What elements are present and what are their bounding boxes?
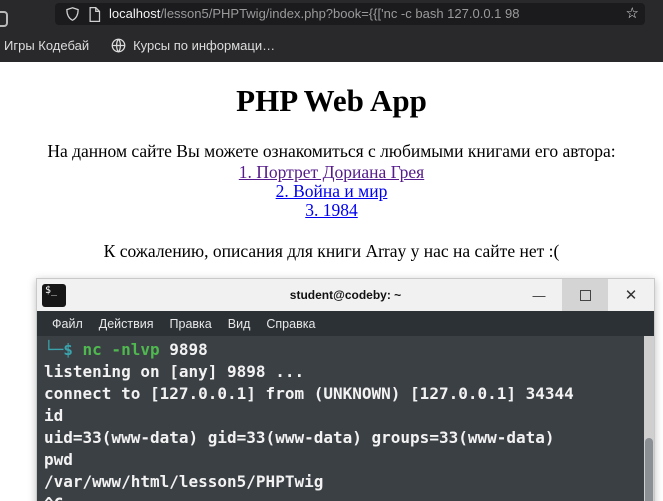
shield-icon[interactable] bbox=[65, 6, 80, 22]
extension-icon[interactable] bbox=[0, 11, 8, 27]
page-title: PHP Web App bbox=[236, 83, 427, 118]
terminal-window: $_ student@codeby: ~ — ✕ Файл Действия П… bbox=[36, 278, 655, 501]
bookmark-label: Игры Кодебай bbox=[4, 37, 90, 53]
maximize-icon bbox=[579, 289, 591, 301]
terminal-app-icon: $_ bbox=[42, 283, 66, 307]
book-links: 1. Портрет Дориана Грея 2. Война и мир 3… bbox=[0, 163, 663, 220]
url-text[interactable]: localhost/lesson5/PHPTwig/index.php?book… bbox=[109, 3, 620, 25]
terminal-menubar: Файл Действия Правка Вид Справка bbox=[37, 311, 654, 336]
terminal-line: └─$ nc -nlvp 9898 bbox=[44, 340, 208, 359]
terminal-titlebar[interactable]: $_ student@codeby: ~ — ✕ bbox=[37, 279, 654, 311]
scrollbar-thumb[interactable] bbox=[645, 438, 653, 501]
book-link-1[interactable]: 1. Портрет Дориана Грея bbox=[0, 163, 663, 182]
terminal-output: └─$ nc -nlvp 9898 listening on [any] 9898… bbox=[44, 339, 640, 501]
browser-toolbar: localhost/lesson5/PHPTwig/index.php?book… bbox=[0, 0, 663, 28]
minimize-icon: — bbox=[532, 287, 546, 303]
terminal-line: listening on [any] 9898 ... bbox=[44, 362, 305, 381]
bookmark-star-icon[interactable]: ☆ bbox=[626, 3, 639, 25]
intro-text: На данном сайте Вы можете ознакомиться с… bbox=[47, 141, 616, 161]
bookmarks-bar: Игры Кодебай Курсы по информаци… bbox=[0, 28, 663, 62]
terminal-line: pwd bbox=[44, 450, 73, 469]
menu-file[interactable]: Файл bbox=[44, 317, 91, 331]
bookmark-item-games[interactable]: Игры Кодебай bbox=[4, 38, 89, 53]
address-bar[interactable]: localhost/lesson5/PHPTwig/index.php?book… bbox=[55, 3, 645, 25]
minimize-button[interactable]: — bbox=[516, 279, 562, 311]
book-link-2[interactable]: 2. Война и мир bbox=[0, 182, 663, 201]
terminal-line: ^C bbox=[44, 493, 640, 501]
url-host: localhost bbox=[109, 6, 161, 21]
url-fade bbox=[585, 3, 620, 25]
close-icon: ✕ bbox=[624, 287, 638, 304]
error-message: К сожалению, описания для книги Array у … bbox=[103, 241, 560, 261]
menu-edit[interactable]: Правка bbox=[162, 317, 220, 331]
menu-help[interactable]: Справка bbox=[258, 317, 323, 331]
terminal-scrollbar[interactable] bbox=[644, 336, 654, 501]
menu-view[interactable]: Вид bbox=[220, 317, 259, 331]
bookmark-label: Курсы по информаци… bbox=[133, 37, 276, 53]
terminal-line: uid=33(www-data) gid=33(www-data) groups… bbox=[44, 428, 555, 447]
book-link-3[interactable]: 3. 1984 bbox=[0, 201, 663, 220]
terminal-line: id bbox=[44, 406, 64, 425]
maximize-button[interactable] bbox=[562, 279, 608, 311]
globe-icon bbox=[111, 38, 126, 53]
bookmark-item-courses[interactable]: Курсы по информаци… bbox=[111, 38, 275, 53]
terminal-line: connect to [127.0.0.1] from (UNKNOWN) [1… bbox=[44, 384, 574, 403]
close-button[interactable]: ✕ bbox=[608, 279, 654, 311]
terminal-line: /var/www/html/lesson5/PHPTwig bbox=[44, 472, 324, 491]
web-page: PHP Web App На данном сайте Вы можете оз… bbox=[0, 83, 663, 262]
terminal-body[interactable]: └─$ nc -nlvp 9898 listening on [any] 9898… bbox=[37, 336, 654, 501]
menu-actions[interactable]: Действия bbox=[91, 317, 162, 331]
page-info-icon[interactable] bbox=[88, 6, 101, 22]
url-path: /lesson5/PHPTwig/index.php?book={{['nc -… bbox=[160, 6, 520, 21]
